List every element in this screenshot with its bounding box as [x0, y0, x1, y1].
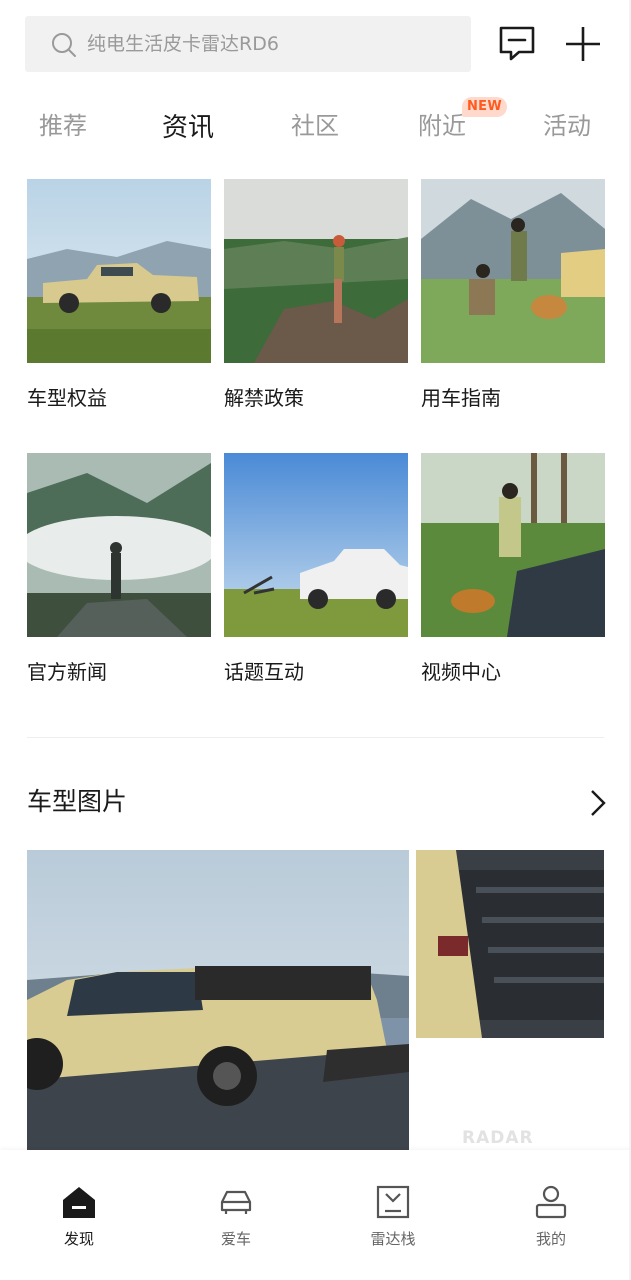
grid-item-video-center[interactable]: 视频中心: [421, 453, 605, 684]
bottom-nav: 发现 爱车 雷达栈 我的: [0, 1150, 631, 1280]
video-center-image: [421, 453, 605, 637]
tab-community[interactable]: 社区: [291, 110, 339, 142]
home-icon: [63, 1187, 95, 1218]
new-badge: NEW: [462, 97, 507, 117]
nav-radar-store[interactable]: 雷达栈: [333, 1150, 453, 1280]
divider: [27, 737, 604, 738]
model-photo-main[interactable]: [27, 850, 409, 1150]
tab-activities[interactable]: 活动: [543, 110, 591, 142]
car-icon: [220, 1190, 252, 1214]
plus-icon[interactable]: [563, 24, 603, 64]
nav-label: 爱车: [220, 1230, 251, 1248]
guide-image: [421, 179, 605, 363]
official-news-image: [27, 453, 211, 637]
grid-item-model-benefits[interactable]: 车型权益: [27, 179, 211, 410]
model-benefits-image: [27, 179, 211, 363]
chevron-right-icon[interactable]: [586, 788, 610, 818]
shopping-bag-icon: [376, 1185, 410, 1219]
nav-label: 雷达栈: [370, 1230, 416, 1248]
radar-watermark: RADAR: [462, 1128, 534, 1148]
tab-news[interactable]: 资讯: [162, 112, 214, 144]
tab-recommend[interactable]: 推荐: [39, 110, 87, 142]
grid-item-guide[interactable]: 用车指南: [421, 179, 605, 410]
grid-item-official-news[interactable]: 官方新闻: [27, 453, 211, 684]
model-photo-cargo[interactable]: [416, 850, 604, 1038]
header: 纯电生活皮卡雷达RD6: [0, 0, 631, 90]
search-icon: [52, 33, 76, 57]
grid-item-topics[interactable]: 话题互动: [224, 453, 408, 684]
tab-bar: 推荐 资讯 社区 附近 活动: [0, 100, 631, 160]
nav-me[interactable]: 我的: [491, 1150, 611, 1280]
grid-item-policy[interactable]: 解禁政策: [224, 179, 408, 410]
grid-label: 用车指南: [421, 386, 501, 410]
topics-image: [224, 453, 408, 637]
message-icon[interactable]: [497, 24, 537, 64]
search-bar[interactable]: 纯电生活皮卡雷达RD6: [25, 16, 471, 72]
grid-label: 解禁政策: [224, 386, 304, 410]
nav-my-car[interactable]: 爱车: [176, 1150, 296, 1280]
grid-label: 话题互动: [224, 660, 304, 684]
policy-image: [224, 179, 408, 363]
person-icon: [535, 1185, 567, 1219]
nav-discover[interactable]: 发现: [19, 1150, 139, 1280]
grid-label: 视频中心: [421, 660, 501, 684]
grid-label: 车型权益: [27, 386, 107, 410]
search-placeholder: 纯电生活皮卡雷达RD6: [87, 33, 279, 55]
tab-nearby[interactable]: 附近: [418, 110, 466, 142]
nav-label: 我的: [535, 1230, 566, 1248]
nav-label: 发现: [63, 1230, 94, 1248]
grid-label: 官方新闻: [27, 660, 107, 684]
section-title: 车型图片: [27, 787, 128, 816]
